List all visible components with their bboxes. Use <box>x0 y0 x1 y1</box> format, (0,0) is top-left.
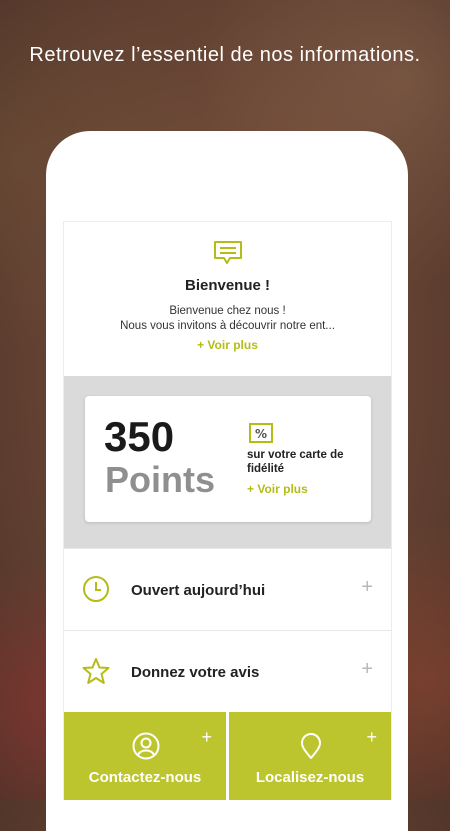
plus-icon: + <box>366 727 377 747</box>
tile-label: Contactez-nous <box>88 769 202 786</box>
row-review[interactable]: Donnez votre avis + <box>64 630 391 712</box>
welcome-more-link[interactable]: + Voir plus <box>64 338 391 352</box>
row-label: Donnez votre avis <box>131 664 260 681</box>
app-screen: Bienvenue ! Bienvenue chez nous ! Nous v… <box>63 221 392 800</box>
welcome-line-2: Nous vous invitons à découvrir notre ent… <box>120 320 335 332</box>
points-value: 350 <box>104 413 175 460</box>
percent-icon: % <box>249 423 273 443</box>
tile-contact[interactable]: + Contactez-nous <box>64 712 226 800</box>
plus-icon[interactable]: + <box>361 577 373 597</box>
points-label: Points <box>105 459 216 500</box>
clock-icon <box>83 576 109 602</box>
welcome-line-1: Bienvenue chez nous ! <box>169 305 286 317</box>
loyalty-description: sur votre carte de fidélité <box>247 449 344 475</box>
location-pin-icon <box>301 733 321 759</box>
welcome-description: Bienvenue chez nous ! Nous vous invitons… <box>84 304 371 334</box>
user-icon <box>132 732 160 760</box>
star-icon <box>82 658 110 684</box>
svg-text:%: % <box>255 427 267 441</box>
tile-locate[interactable]: + Localisez-nous <box>229 712 391 800</box>
row-label: Ouvert aujourd’hui <box>131 582 266 599</box>
action-tiles: + Contactez-nous + Localisez-nous <box>64 712 391 800</box>
welcome-card[interactable]: Bienvenue ! Bienvenue chez nous ! Nous v… <box>64 222 391 375</box>
points-section: 350 Points % sur votre carte de fidélité… <box>64 376 391 548</box>
tagline: Retrouvez l’essentiel de nos information… <box>29 44 421 66</box>
loyalty-card[interactable]: 350 Points % sur votre carte de fidélité… <box>85 396 371 522</box>
plus-icon[interactable]: + <box>361 659 373 679</box>
loyalty-more-link[interactable]: + Voir plus <box>247 482 308 496</box>
row-opening-hours[interactable]: Ouvert aujourd’hui + <box>64 548 391 630</box>
tile-label: Localisez-nous <box>255 769 365 786</box>
message-icon <box>214 241 242 264</box>
plus-icon: + <box>201 727 212 747</box>
welcome-title: Bienvenue ! <box>184 277 271 294</box>
